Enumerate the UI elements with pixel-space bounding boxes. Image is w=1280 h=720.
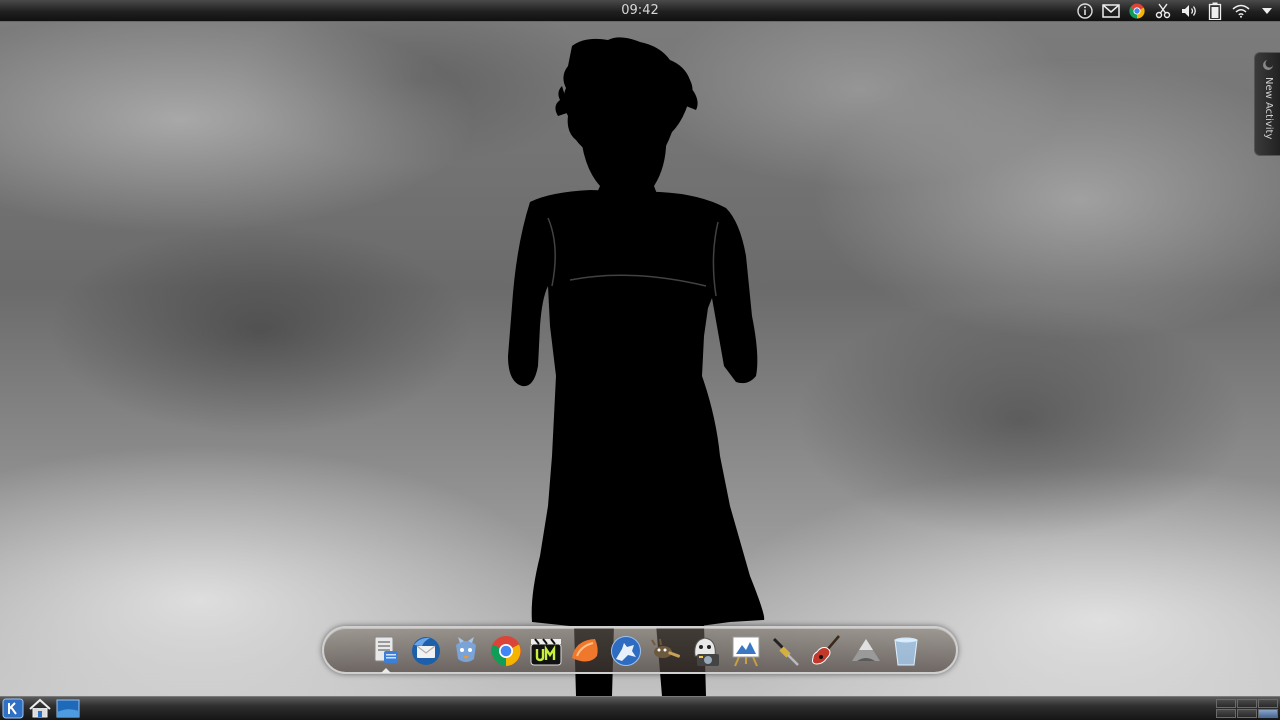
pidgin-icon <box>456 637 476 662</box>
pager-desktop-5[interactable] <box>1237 709 1257 718</box>
dock-item-thunderbird[interactable] <box>406 631 446 671</box>
dock-item-presentation[interactable] <box>726 631 766 671</box>
dock-item-file-manager[interactable] <box>366 631 406 673</box>
file-manager-icon <box>374 636 398 663</box>
pager-desktop-3[interactable] <box>1258 699 1278 708</box>
thunderbird-icon <box>412 637 440 665</box>
wallpaper-silhouette <box>508 37 765 696</box>
pager-desktop-2[interactable] <box>1237 699 1257 708</box>
new-activity-tab[interactable]: New Activity <box>1254 52 1280 156</box>
presentation-icon <box>732 636 760 667</box>
audio-cable-icon <box>772 637 799 666</box>
bottom-panel <box>0 696 1280 720</box>
running-indicator <box>381 668 391 673</box>
inkscape-icon <box>852 639 880 661</box>
new-activity-label: New Activity <box>1263 77 1274 140</box>
dock-item-screenshot-tool[interactable] <box>686 631 726 671</box>
dock-item-wolf-browser[interactable] <box>606 631 646 671</box>
dock <box>322 626 958 674</box>
desktop-wallpaper[interactable]: 09:42 New Activity <box>0 0 1280 720</box>
dock-item-clementine[interactable] <box>566 631 606 671</box>
dock-item-chrome[interactable] <box>486 631 526 671</box>
dock-item-audio-cable[interactable] <box>766 631 806 671</box>
digital-clock[interactable]: 09:42 <box>600 2 680 20</box>
system-tray <box>1072 0 1280 22</box>
tray-expand-icon[interactable] <box>1254 0 1280 22</box>
scissors-icon[interactable] <box>1150 0 1176 22</box>
desktop-pager <box>1216 699 1278 718</box>
dock-item-pidgin[interactable] <box>446 631 486 671</box>
chrome-icon[interactable] <box>1124 0 1150 22</box>
trash-icon <box>894 637 918 666</box>
mail-icon[interactable] <box>1098 0 1124 22</box>
cashew-icon <box>1263 59 1274 70</box>
battery-icon[interactable] <box>1202 0 1228 22</box>
screenshot-tool-icon <box>694 637 719 666</box>
gimp-icon <box>651 638 680 658</box>
dock-item-guitar[interactable] <box>806 631 846 671</box>
show-desktop-icon[interactable] <box>56 699 80 718</box>
dock-item-umplayer[interactable] <box>526 631 566 671</box>
top-panel: 09:42 <box>0 0 1280 22</box>
dock-item-gimp[interactable] <box>646 631 686 671</box>
guitar-icon <box>812 635 840 665</box>
clementine-icon <box>572 639 598 662</box>
pager-desktop-1[interactable] <box>1216 699 1236 708</box>
pager-desktop-6[interactable] <box>1258 709 1278 718</box>
info-icon[interactable] <box>1072 0 1098 22</box>
dock-item-trash[interactable] <box>886 631 926 671</box>
chrome-icon <box>491 636 521 666</box>
home-folder-icon[interactable] <box>28 698 52 719</box>
wolf-browser-icon <box>611 636 641 666</box>
dock-item-inkscape[interactable] <box>846 631 886 671</box>
umplayer-icon <box>530 638 562 666</box>
wifi-icon[interactable] <box>1228 0 1254 22</box>
volume-icon[interactable] <box>1176 0 1202 22</box>
kickoff-launcher-icon[interactable] <box>2 698 24 719</box>
pager-desktop-4[interactable] <box>1216 709 1236 718</box>
